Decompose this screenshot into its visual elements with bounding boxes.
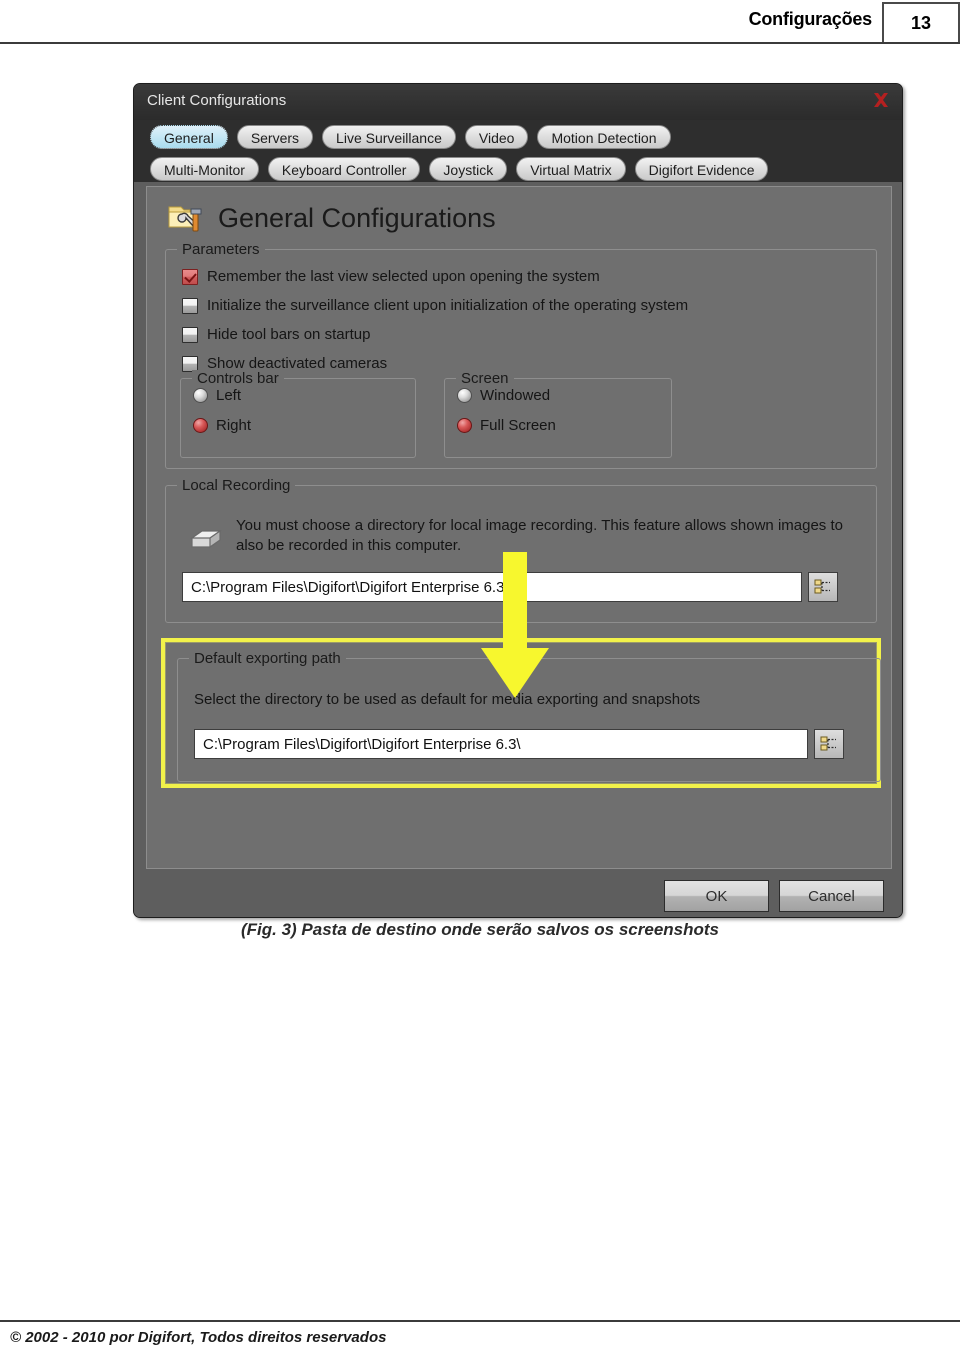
dialog-content: General Configurations Parameters Rememb… bbox=[134, 182, 902, 917]
tab-digifort-evidence[interactable]: Digifort Evidence bbox=[634, 157, 769, 181]
radio-indicator[interactable] bbox=[457, 388, 472, 403]
screen-group: Screen Windowed Full Screen bbox=[444, 370, 672, 458]
checkbox-indicator[interactable] bbox=[182, 268, 198, 285]
figure-caption: (Fig. 3) Pasta de destino onde serão sal… bbox=[240, 920, 720, 939]
radio-controls-bar-right[interactable]: Right bbox=[193, 417, 251, 434]
radio-screen-windowed[interactable]: Windowed bbox=[457, 387, 550, 404]
tab-keyboard-controller[interactable]: Keyboard Controller bbox=[267, 157, 421, 181]
local-recording-group: Local Recording You must choose a direct… bbox=[165, 477, 877, 623]
tab-virtual-matrix[interactable]: Virtual Matrix bbox=[516, 157, 626, 181]
folder-tree-browse-icon[interactable] bbox=[814, 729, 844, 759]
page-number-box: 13 bbox=[882, 2, 960, 44]
dialog-titlebar: Client Configurations bbox=[134, 84, 902, 120]
disk-drive-icon bbox=[188, 524, 224, 552]
default-exporting-path-description: Select the directory to be used as defau… bbox=[194, 691, 701, 708]
local-recording-description: You must choose a directory for local im… bbox=[236, 517, 843, 554]
checkbox-label: Initialize the surveillance client upon … bbox=[207, 297, 689, 314]
local-recording-legend: Local Recording bbox=[177, 477, 296, 494]
tab-row-1: General Servers Live Surveillance Video … bbox=[134, 124, 902, 150]
dialog-tabbar: General Servers Live Surveillance Video … bbox=[134, 120, 902, 182]
footer-copyright: © 2002 - 2010 por Digifort, Todos direit… bbox=[10, 1329, 387, 1346]
checkbox-label: Remember the last view selected upon ope… bbox=[207, 268, 600, 285]
default-exporting-path-row: C:\Program Files\Digifort\Digifort Enter… bbox=[194, 729, 844, 759]
radio-indicator[interactable] bbox=[193, 418, 208, 433]
page-number: 13 bbox=[910, 12, 932, 33]
tab-live-surveillance[interactable]: Live Surveillance bbox=[322, 125, 456, 149]
tab-servers[interactable]: Servers bbox=[236, 125, 314, 149]
panel-title: General Configurations bbox=[218, 202, 496, 233]
local-recording-path-input[interactable]: C:\Program Files\Digifort\Digifort Enter… bbox=[182, 572, 802, 602]
radio-controls-bar-left[interactable]: Left bbox=[193, 387, 241, 404]
ok-button[interactable]: OK bbox=[664, 880, 769, 912]
tab-motion-detection[interactable]: Motion Detection bbox=[537, 125, 671, 149]
checkbox-initialize-client-on-os-start[interactable]: Initialize the surveillance client upon … bbox=[182, 297, 688, 314]
default-exporting-path-group: Default exporting path Select the direct… bbox=[177, 650, 881, 782]
parameters-group: Parameters Remember the last view select… bbox=[165, 241, 877, 469]
radio-label: Left bbox=[216, 387, 242, 404]
page-header-title: Configurações bbox=[748, 9, 873, 29]
checkbox-indicator[interactable] bbox=[182, 326, 198, 343]
tab-video[interactable]: Video bbox=[464, 125, 529, 149]
dialog-title: Client Configurations bbox=[147, 92, 287, 109]
tab-general[interactable]: General bbox=[150, 125, 228, 149]
general-configurations-panel: General Configurations Parameters Rememb… bbox=[146, 186, 892, 869]
controls-bar-group: Controls bar Left Right bbox=[180, 370, 416, 458]
client-configurations-dialog: Client Configurations General Servers Li… bbox=[133, 83, 903, 918]
radio-indicator[interactable] bbox=[193, 388, 208, 403]
radio-label: Full Screen bbox=[480, 417, 556, 434]
cancel-button[interactable]: Cancel bbox=[779, 880, 884, 912]
parameters-legend: Parameters bbox=[177, 241, 265, 258]
local-recording-path-row: C:\Program Files\Digifort\Digifort Enter… bbox=[182, 572, 838, 602]
screen-legend: Screen bbox=[456, 370, 514, 387]
default-exporting-path-legend: Default exporting path bbox=[189, 650, 346, 667]
checkbox-indicator[interactable] bbox=[182, 297, 198, 314]
tab-row-2: Multi-Monitor Keyboard Controller Joysti… bbox=[134, 156, 902, 182]
folder-tools-icon bbox=[167, 201, 205, 235]
radio-screen-full-screen[interactable]: Full Screen bbox=[457, 417, 556, 434]
radio-label: Windowed bbox=[480, 387, 551, 404]
default-exporting-path-highlight: Default exporting path Select the direct… bbox=[161, 638, 881, 788]
radio-indicator[interactable] bbox=[457, 418, 472, 433]
checkbox-hide-tool-bars-on-startup[interactable]: Hide tool bars on startup bbox=[182, 326, 370, 343]
header-divider bbox=[0, 42, 960, 44]
panel-header: General Configurations bbox=[167, 201, 496, 235]
footer-divider bbox=[0, 1320, 960, 1322]
tab-joystick[interactable]: Joystick bbox=[429, 157, 508, 181]
folder-tree-browse-icon[interactable] bbox=[808, 572, 838, 602]
default-exporting-path-input[interactable]: C:\Program Files\Digifort\Digifort Enter… bbox=[194, 729, 808, 759]
radio-label: Right bbox=[216, 417, 252, 434]
checkbox-label: Hide tool bars on startup bbox=[207, 326, 371, 343]
close-icon[interactable] bbox=[870, 89, 892, 111]
tab-multi-monitor[interactable]: Multi-Monitor bbox=[150, 157, 259, 181]
checkbox-remember-last-view[interactable]: Remember the last view selected upon ope… bbox=[182, 268, 600, 285]
dialog-button-bar: OK Cancel bbox=[134, 874, 902, 917]
page-header: Configurações 13 bbox=[0, 0, 960, 50]
controls-bar-legend: Controls bar bbox=[192, 370, 284, 387]
